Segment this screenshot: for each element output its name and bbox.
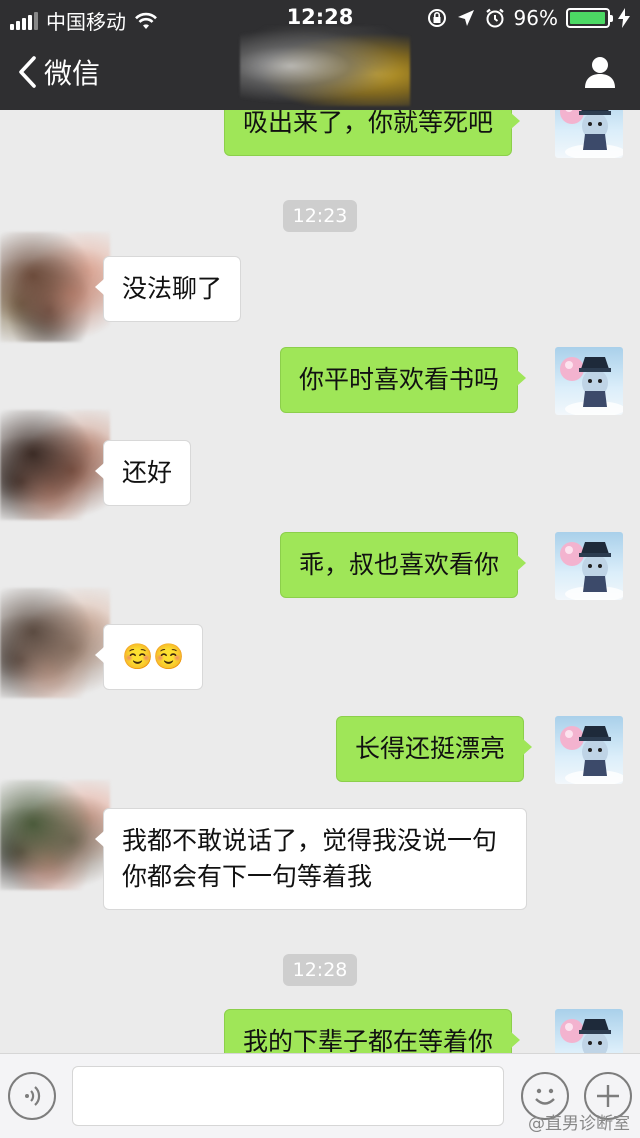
screen-lock-icon [427, 9, 446, 27]
message-text: 我的下辈子都在等着你 [243, 1027, 494, 1053]
my-avatar[interactable] [555, 716, 623, 784]
time-divider: 12:28 [0, 954, 640, 986]
battery-fill [570, 12, 605, 24]
time-label: 12:28 [282, 954, 358, 986]
message-text: 没法聊了 [122, 274, 223, 303]
back-button[interactable]: 微信 [16, 52, 100, 92]
message-text: 还好 [122, 458, 173, 487]
message-text: 你平时喜欢看书吗 [299, 365, 500, 394]
cartoon-avatar-image [560, 542, 623, 600]
cartoon-avatar-image [560, 110, 623, 158]
voice-icon [25, 1086, 41, 1106]
cartoon-avatar-image [560, 1019, 611, 1053]
cartoon-avatar-image [560, 726, 623, 784]
contact-profile-icon[interactable] [582, 54, 618, 90]
battery-percent: 96% [513, 6, 558, 30]
time-label: 12:23 [282, 200, 358, 232]
plus-icon [597, 1085, 619, 1107]
chat-area[interactable]: 吸出来了，你就等死吧 12:23 没法聊了 你平时喜欢看书吗 还好 乖，叔也喜欢… [0, 110, 640, 1053]
message-text: 吸出来了，你就等死吧 [243, 110, 494, 137]
message-outgoing[interactable]: 长得还挺漂亮 [336, 716, 533, 782]
message-incoming[interactable]: ☺️☺️ [94, 624, 204, 690]
contact-avatar-redacted[interactable] [0, 232, 110, 342]
message-text: 长得还挺漂亮 [355, 734, 506, 763]
message-outgoing[interactable]: 我的下辈子都在等着你 [224, 1009, 521, 1053]
message-text: 乖，叔也喜欢看你 [299, 550, 500, 579]
message-incoming[interactable]: 没法聊了 [94, 256, 242, 322]
message-outgoing[interactable]: 吸出来了，你就等死吧 [224, 110, 521, 156]
watermark: @直男诊断室 [528, 1114, 630, 1134]
my-avatar[interactable] [555, 1009, 623, 1053]
contact-avatar-redacted[interactable] [0, 780, 110, 890]
my-avatar[interactable] [555, 347, 623, 415]
nav-bar: 微信 [0, 26, 640, 110]
top-bar: 中国移动 12:28 96% 微信 [0, 0, 640, 110]
message-text: ☺️☺️ [122, 642, 185, 671]
my-avatar[interactable] [555, 532, 623, 600]
alarm-icon [485, 8, 504, 28]
contact-avatar-redacted[interactable] [0, 410, 110, 520]
redacted-contact-name [240, 26, 410, 106]
message-text: 我都不敢说话了，觉得我没说一句你都会有下一句等着我 [122, 826, 498, 891]
contact-avatar-redacted[interactable] [0, 588, 110, 698]
back-label: 微信 [44, 57, 101, 90]
input-bar: @直男诊断室 [0, 1053, 640, 1138]
voice-button[interactable] [8, 1072, 56, 1120]
time-divider: 12:23 [0, 200, 640, 232]
chevron-left-icon [19, 56, 36, 88]
location-icon [457, 10, 474, 26]
cartoon-avatar-image [560, 357, 623, 415]
charging-icon [618, 8, 630, 28]
message-input[interactable] [72, 1066, 504, 1126]
my-avatar[interactable] [555, 110, 623, 158]
message-outgoing[interactable]: 乖，叔也喜欢看你 [280, 532, 527, 598]
message-incoming[interactable]: 还好 [94, 440, 192, 506]
message-outgoing[interactable]: 你平时喜欢看书吗 [280, 347, 527, 413]
battery-icon [566, 8, 613, 28]
message-incoming[interactable]: 我都不敢说话了，觉得我没说一句你都会有下一句等着我 [95, 808, 527, 910]
